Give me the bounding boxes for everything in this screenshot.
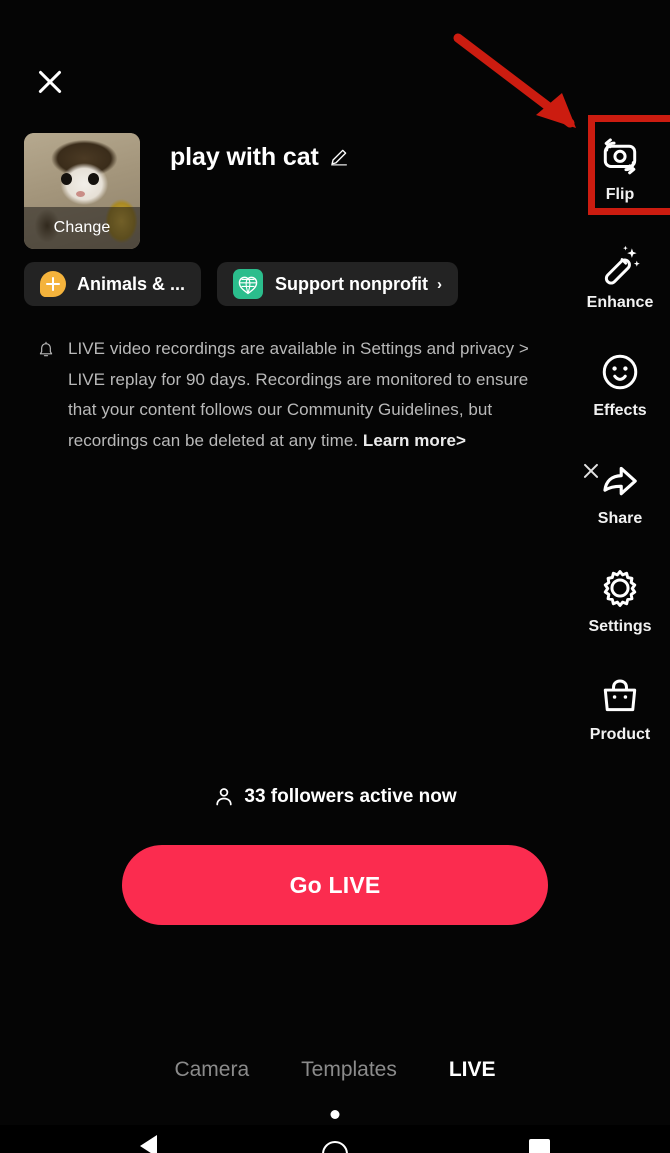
pencil-icon[interactable] bbox=[328, 147, 350, 169]
gear-icon bbox=[603, 569, 637, 607]
support-nonprofit-label: Support nonprofit bbox=[275, 273, 428, 294]
android-nav-bar bbox=[0, 1125, 670, 1153]
sidebar-item-share[interactable]: Share bbox=[570, 439, 670, 547]
active-tab-indicator bbox=[330, 1110, 340, 1119]
live-title-row: Change play with cat bbox=[24, 133, 350, 249]
thumbnail-change-label[interactable]: Change bbox=[24, 207, 140, 249]
go-live-button[interactable]: Go LIVE bbox=[122, 845, 548, 925]
close-icon[interactable] bbox=[30, 62, 70, 102]
globe-heart-icon bbox=[233, 269, 264, 299]
sidebar-item-enhance[interactable]: Enhance bbox=[570, 223, 670, 331]
magic-wand-icon bbox=[604, 245, 640, 285]
mode-tabs: Camera Templates LIVE bbox=[0, 1058, 670, 1082]
pill-row: Animals & ... Support nonprofit › bbox=[24, 262, 458, 306]
page-title: play with cat bbox=[170, 143, 319, 171]
learn-more-link[interactable]: Learn more> bbox=[363, 431, 466, 450]
tab-templates[interactable]: Templates bbox=[301, 1058, 397, 1082]
shopping-bag-icon bbox=[603, 678, 637, 711]
sidebar-label-product: Product bbox=[589, 725, 651, 743]
support-nonprofit-pill[interactable]: Support nonprofit › bbox=[217, 262, 458, 306]
live-recording-notice: LIVE video recordings are available in S… bbox=[36, 334, 596, 456]
camera-flip-icon bbox=[603, 137, 637, 174]
person-icon bbox=[216, 788, 233, 806]
sidebar-label-flip: Flip bbox=[605, 185, 635, 203]
banner-text: LIVE video recordings are available in S… bbox=[68, 334, 538, 456]
cat-nose bbox=[76, 191, 85, 197]
camera-tools-sidebar: Flip Enhance Effects Share Settings Prod… bbox=[570, 115, 670, 763]
sidebar-item-effects[interactable]: Effects bbox=[570, 331, 670, 439]
category-pill-label: Animals & ... bbox=[77, 273, 186, 294]
tab-live[interactable]: LIVE bbox=[449, 1058, 496, 1082]
sidebar-item-product[interactable]: Product bbox=[570, 655, 670, 763]
tiktok-live-setup-screen: Change play with cat Animals & ... Suppo… bbox=[0, 0, 670, 1153]
active-followers-text: 33 followers active now bbox=[244, 786, 457, 807]
smiley-face-icon bbox=[602, 354, 638, 389]
chevron-right-icon: › bbox=[437, 275, 442, 293]
sidebar-item-flip[interactable]: Flip bbox=[570, 115, 670, 223]
recents-square-icon[interactable] bbox=[529, 1139, 550, 1153]
plus-bubble-icon bbox=[40, 271, 66, 297]
share-arrow-icon bbox=[603, 466, 637, 495]
active-followers-row: 33 followers active now bbox=[0, 785, 670, 809]
sidebar-item-settings[interactable]: Settings bbox=[570, 547, 670, 655]
sidebar-label-settings: Settings bbox=[588, 617, 652, 635]
sidebar-label-effects: Effects bbox=[593, 401, 647, 419]
live-thumbnail[interactable]: Change bbox=[24, 133, 140, 249]
back-triangle-icon[interactable] bbox=[140, 1135, 157, 1153]
bell-icon bbox=[39, 341, 53, 357]
sidebar-label-share: Share bbox=[597, 509, 643, 527]
home-circle-icon[interactable] bbox=[322, 1141, 348, 1153]
category-pill[interactable]: Animals & ... bbox=[24, 262, 202, 306]
sidebar-label-enhance: Enhance bbox=[586, 293, 654, 311]
tab-camera[interactable]: Camera bbox=[174, 1058, 249, 1082]
title-wrap: play with cat bbox=[170, 143, 350, 172]
